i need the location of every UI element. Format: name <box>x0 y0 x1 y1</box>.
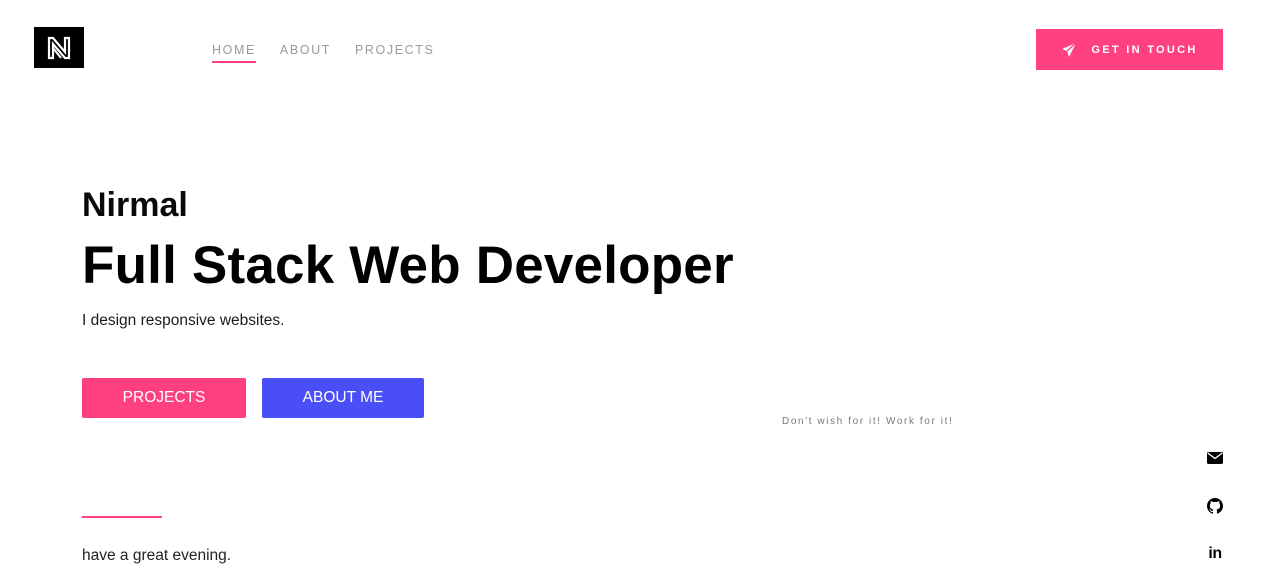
email-link[interactable] <box>1204 447 1226 469</box>
github-icon <box>1207 498 1223 514</box>
envelope-icon <box>1207 452 1223 464</box>
hero-title: Full Stack Web Developer <box>82 236 734 295</box>
accent-divider <box>82 516 162 518</box>
nav-link-projects[interactable]: PROJECTS <box>355 43 434 63</box>
greeting-text: have a great evening. <box>82 547 232 564</box>
hero-name: Nirmal <box>82 186 188 224</box>
nav-link-about[interactable]: ABOUT <box>280 43 331 63</box>
linkedin-link[interactable]: in <box>1204 543 1226 565</box>
projects-button[interactable]: PROJECTS <box>82 378 246 418</box>
get-in-touch-button[interactable]: GET IN TOUCH <box>1036 29 1223 70</box>
paper-plane-icon <box>1062 42 1077 57</box>
nav-link-home[interactable]: HOME <box>212 43 256 63</box>
about-me-button[interactable]: ABOUT ME <box>262 378 424 418</box>
hero-subtitle: I design responsive websites. <box>82 312 285 329</box>
main-nav: HOME ABOUT PROJECTS <box>212 43 434 63</box>
motto-quote: Don't wish for it! Work for it! <box>782 416 954 427</box>
github-link[interactable] <box>1204 495 1226 517</box>
site-logo[interactable] <box>34 27 84 68</box>
logo-n-icon <box>47 36 71 59</box>
get-in-touch-label: GET IN TOUCH <box>1091 43 1198 56</box>
page: HOME ABOUT PROJECTS GET IN TOUCH Nirmal … <box>0 0 1285 587</box>
linkedin-icon: in <box>1208 545 1222 562</box>
